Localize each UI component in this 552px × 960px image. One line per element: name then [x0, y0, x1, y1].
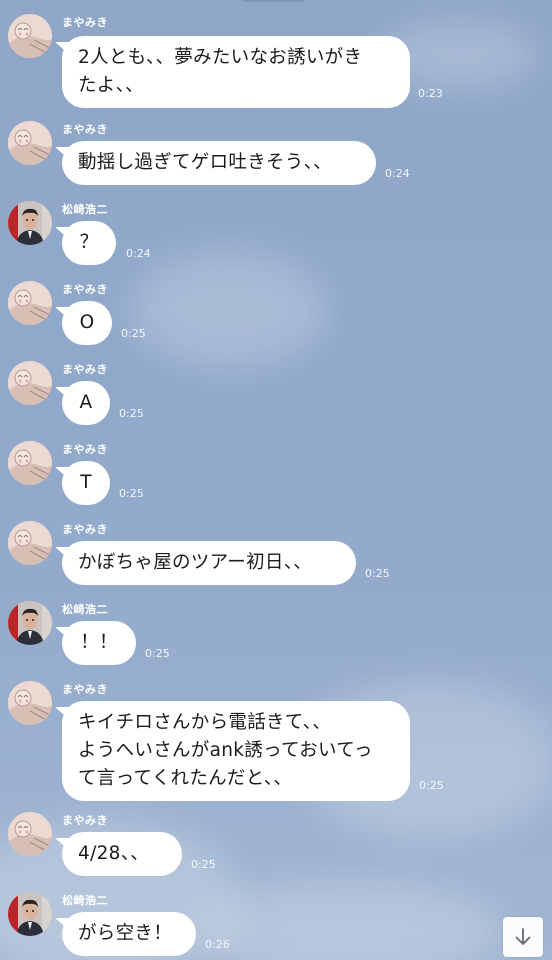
sender-name: 松崎浩二: [62, 203, 108, 216]
avatar-image: [8, 892, 52, 936]
message-time: 0:24: [385, 167, 410, 180]
avatar[interactable]: [8, 601, 52, 645]
message-bubble[interactable]: T: [62, 461, 110, 505]
avatar-image: [8, 121, 52, 165]
sender-name: まやみき: [62, 814, 108, 827]
avatar-image: [8, 812, 52, 856]
sender-name: まやみき: [62, 123, 108, 136]
avatar[interactable]: [8, 201, 52, 245]
avatar[interactable]: [8, 14, 52, 58]
message-bubble[interactable]: がら空き！: [62, 912, 196, 956]
avatar-image: [8, 441, 52, 485]
message-time: 0:25: [119, 407, 144, 420]
message-time: 0:25: [121, 327, 146, 340]
message-time: 0:25: [365, 567, 390, 580]
message-bubble[interactable]: O: [62, 301, 112, 345]
message-time: 0:25: [145, 647, 170, 660]
avatar-image: [8, 201, 52, 245]
avatar[interactable]: [8, 812, 52, 856]
avatar-image: [8, 14, 52, 58]
avatar-image: [8, 681, 52, 725]
sender-name: まやみき: [62, 363, 108, 376]
arrow-down-icon: [515, 928, 531, 945]
sender-name: 松崎浩二: [62, 603, 108, 616]
avatar-image: [8, 281, 52, 325]
avatar[interactable]: [8, 521, 52, 565]
sender-name: 松崎浩二: [62, 894, 108, 907]
message-bubble[interactable]: ！！: [62, 621, 136, 665]
scroll-to-bottom-button[interactable]: [503, 917, 543, 957]
sender-name: まやみき: [62, 683, 108, 696]
message-bubble[interactable]: 動揺し過ぎてゲロ吐きそう、、: [62, 141, 376, 185]
sender-name: まやみき: [62, 16, 108, 29]
message-time: 0:25: [191, 858, 216, 871]
message-bubble[interactable]: かぼちゃ屋のツアー初日、、: [62, 541, 356, 585]
sender-name: まやみき: [62, 283, 108, 296]
sender-name: まやみき: [62, 523, 108, 536]
message-time: 0:24: [126, 247, 151, 260]
avatar[interactable]: [8, 892, 52, 936]
avatar-image: [8, 601, 52, 645]
avatar[interactable]: [8, 121, 52, 165]
avatar[interactable]: [8, 441, 52, 485]
message-bubble[interactable]: ？: [62, 221, 116, 265]
sender-name: まやみき: [62, 443, 108, 456]
message-time: 0:23: [418, 87, 443, 100]
message-time: 0:25: [119, 487, 144, 500]
avatar[interactable]: [8, 281, 52, 325]
avatar-image: [8, 521, 52, 565]
message-bubble[interactable]: A: [62, 381, 110, 425]
message-bubble[interactable]: キイチロさんから電話きて、、 ようへいさんがank誘っておいてっ て言ってくれた…: [62, 701, 410, 801]
top-handle: [242, 0, 306, 2]
message-time: 0:26: [205, 938, 230, 951]
message-bubble[interactable]: 2人とも、、夢みたいなお誘いがき たよ、、: [62, 36, 410, 108]
avatar[interactable]: [8, 681, 52, 725]
avatar[interactable]: [8, 361, 52, 405]
message-time: 0:25: [419, 779, 444, 792]
message-bubble[interactable]: 4/28、、: [62, 832, 182, 876]
avatar-image: [8, 361, 52, 405]
